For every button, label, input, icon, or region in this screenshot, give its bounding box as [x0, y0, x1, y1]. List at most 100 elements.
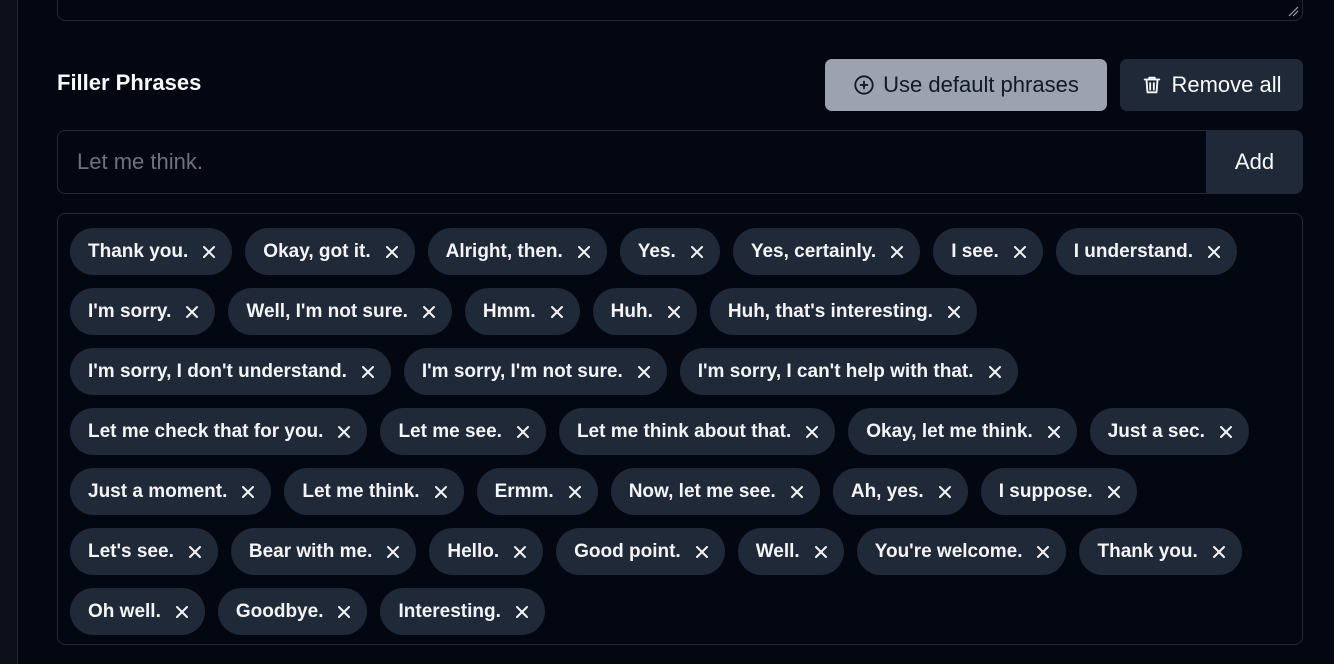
phrase-chip: Well, I'm not sure. — [228, 288, 452, 335]
close-icon[interactable] — [1036, 545, 1050, 559]
phrase-chip-label: Okay, got it. — [263, 240, 371, 262]
phrase-chip-label: I'm sorry, I can't help with that. — [697, 360, 974, 382]
close-icon[interactable] — [337, 605, 351, 619]
phrase-chip: I'm sorry, I'm not sure. — [403, 348, 667, 395]
close-icon[interactable] — [1013, 245, 1027, 259]
phrase-chip-label: Let me see. — [398, 420, 502, 442]
phrase-chip: Ah, yes. — [832, 468, 968, 515]
phrase-chip: Good point. — [556, 528, 725, 575]
close-icon[interactable] — [515, 605, 529, 619]
phrase-chip-label: Well. — [755, 540, 800, 562]
phrase-chip: I understand. — [1055, 228, 1238, 275]
phrase-chip-label: Huh, that's interesting. — [727, 300, 933, 322]
phrase-chip-label: Well, I'm not sure. — [246, 300, 408, 322]
phrase-chip-label: Let me think about that. — [576, 420, 792, 442]
phrase-chip: Oh well. — [70, 588, 205, 635]
phrase-chip: Yes. — [619, 228, 720, 275]
phrase-chip-label: Let me think. — [302, 480, 420, 502]
phrase-chip-label: Let me check that for you. — [88, 420, 324, 442]
close-icon[interactable] — [1107, 485, 1121, 499]
phrase-chip-label: Ah, yes. — [850, 480, 924, 502]
phrase-chip-label: Bear with me. — [248, 540, 373, 562]
close-icon[interactable] — [516, 425, 530, 439]
close-icon[interactable] — [1047, 425, 1061, 439]
phrase-chip-label: I see. — [951, 240, 999, 262]
phrase-chip: Thank you. — [1079, 528, 1242, 575]
phrase-chip-label: Good point. — [574, 540, 681, 562]
close-icon[interactable] — [988, 365, 1002, 379]
phrase-input[interactable] — [57, 130, 1206, 194]
close-icon[interactable] — [361, 365, 375, 379]
phrase-chip: Huh, that's interesting. — [709, 288, 977, 335]
phrase-chip-label: Huh. — [610, 300, 653, 322]
close-icon[interactable] — [947, 305, 961, 319]
phrase-chip: Goodbye. — [217, 588, 368, 635]
phrase-chip: Thank you. — [70, 228, 233, 275]
phrase-chip-label: Let's see. — [88, 540, 174, 562]
use-default-phrases-button[interactable]: Use default phrases — [825, 59, 1107, 111]
phrase-chip: I'm sorry, I can't help with that. — [679, 348, 1018, 395]
phrase-chip-label: I'm sorry. — [88, 300, 172, 322]
close-icon[interactable] — [577, 245, 591, 259]
resize-handle-icon[interactable] — [1287, 5, 1299, 17]
close-icon[interactable] — [690, 245, 704, 259]
close-icon[interactable] — [637, 365, 651, 379]
close-icon[interactable] — [890, 245, 904, 259]
close-icon[interactable] — [188, 545, 202, 559]
phrase-chip: Bear with me. — [230, 528, 417, 575]
close-icon[interactable] — [695, 545, 709, 559]
add-phrase-row: Add — [57, 130, 1303, 194]
phrase-chip: Interesting. — [380, 588, 545, 635]
use-default-label: Use default phrases — [883, 72, 1079, 97]
phrase-chip: I suppose. — [980, 468, 1137, 515]
close-icon[interactable] — [434, 485, 448, 499]
phrase-chip: Just a sec. — [1089, 408, 1249, 455]
close-icon[interactable] — [667, 305, 681, 319]
close-icon[interactable] — [1207, 245, 1221, 259]
phrase-chip-label: Interesting. — [398, 600, 501, 622]
phrase-chip: Hello. — [429, 528, 544, 575]
phrase-chip-label: Just a sec. — [1107, 420, 1205, 442]
phrase-chip: Okay, got it. — [245, 228, 415, 275]
close-icon[interactable] — [1219, 425, 1233, 439]
close-icon[interactable] — [814, 545, 828, 559]
close-icon[interactable] — [790, 485, 804, 499]
phrase-chip-label: I suppose. — [998, 480, 1093, 502]
close-icon[interactable] — [241, 485, 255, 499]
phrase-chip-label: Thank you. — [1097, 540, 1198, 562]
close-icon[interactable] — [1212, 545, 1226, 559]
phrase-chip-label: Yes, certainly. — [750, 240, 877, 262]
phrase-chip-label: Just a moment. — [88, 480, 228, 502]
phrase-chip: Alright, then. — [427, 228, 607, 275]
plus-circle-icon — [854, 75, 874, 95]
close-icon[interactable] — [175, 605, 189, 619]
phrase-chip: Now, let me see. — [610, 468, 820, 515]
phrase-chip-label: Thank you. — [88, 240, 189, 262]
phrase-chip: Hmm. — [464, 288, 580, 335]
close-icon[interactable] — [185, 305, 199, 319]
close-icon[interactable] — [513, 545, 527, 559]
add-button[interactable]: Add — [1206, 130, 1303, 194]
phrases-container: Thank you. Okay, got it. Alright, then. Yes… — [57, 213, 1303, 645]
phrase-chip-label: Ermm. — [494, 480, 554, 502]
phrase-chip: I'm sorry, I don't understand. — [70, 348, 391, 395]
close-icon[interactable] — [422, 305, 436, 319]
phrase-chip-label: Yes. — [637, 240, 676, 262]
close-icon[interactable] — [385, 245, 399, 259]
close-icon[interactable] — [386, 545, 400, 559]
phrase-chip-label: Goodbye. — [235, 600, 324, 622]
close-icon[interactable] — [337, 425, 351, 439]
close-icon[interactable] — [938, 485, 952, 499]
section-title: Filler Phrases — [57, 70, 202, 95]
remove-all-button[interactable]: Remove all — [1120, 59, 1303, 111]
close-icon[interactable] — [805, 425, 819, 439]
phrase-chip: I see. — [933, 228, 1043, 275]
close-icon[interactable] — [202, 245, 216, 259]
phrase-chip: Let me see. — [380, 408, 546, 455]
phrase-chip-label: Hello. — [447, 540, 500, 562]
close-icon[interactable] — [568, 485, 582, 499]
remove-all-label: Remove all — [1171, 72, 1282, 97]
phrase-chip: Just a moment. — [70, 468, 272, 515]
prompt-textarea[interactable] — [57, 0, 1303, 21]
close-icon[interactable] — [550, 305, 564, 319]
